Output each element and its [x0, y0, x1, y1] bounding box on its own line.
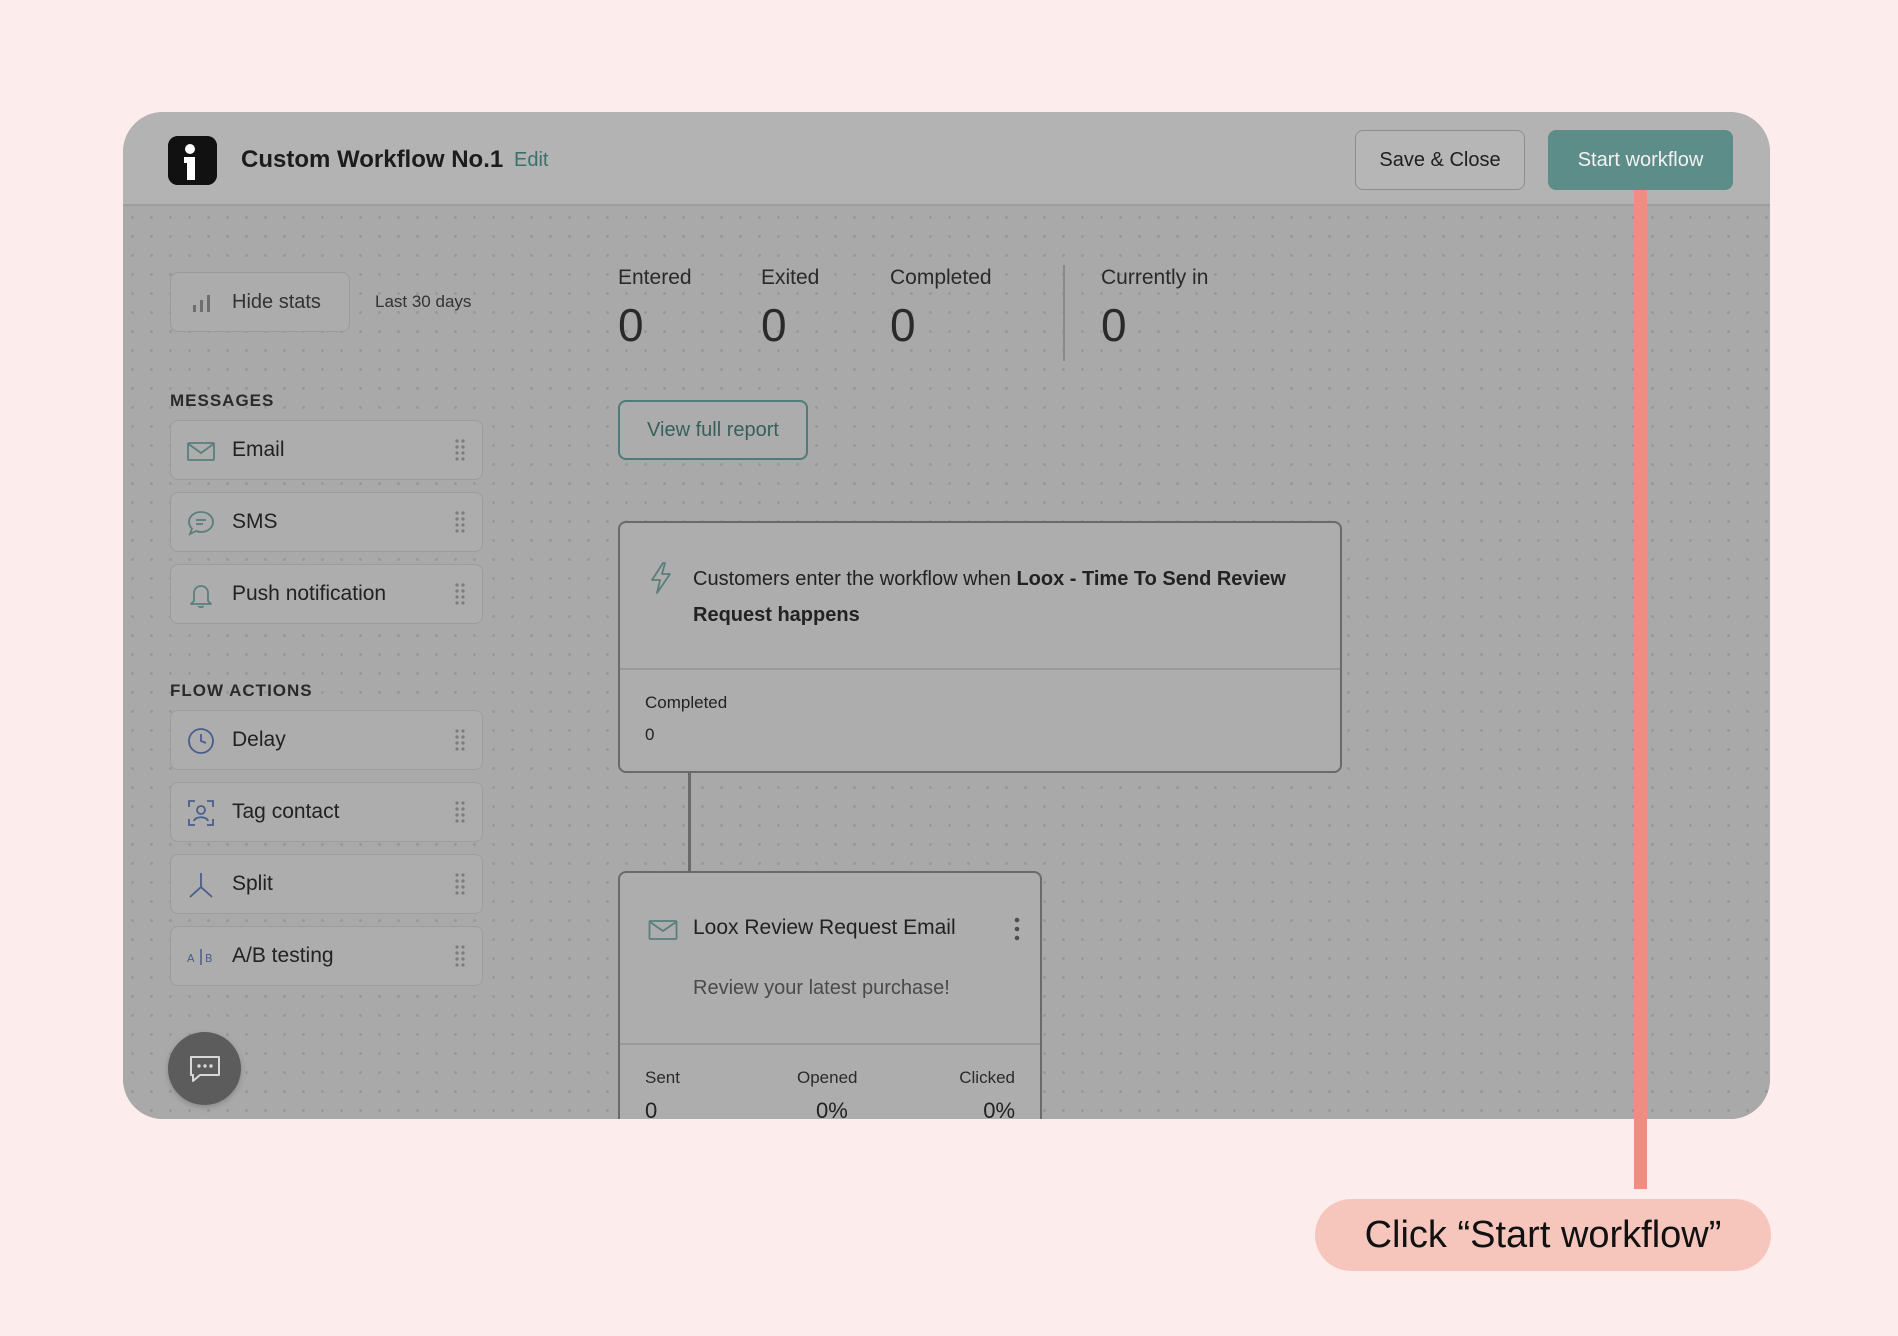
- divider: [620, 1043, 1040, 1045]
- save-close-button[interactable]: Save & Close: [1355, 130, 1525, 190]
- palette-item-label: A/B testing: [232, 944, 334, 967]
- instruction-callout: Click “Start workflow”: [1315, 1199, 1771, 1271]
- stat-value: 0: [618, 299, 644, 351]
- palette-item-label: Push notification: [232, 582, 387, 605]
- trigger-node[interactable]: Customers enter the workflow when Loox -…: [618, 521, 1342, 773]
- stat-value: 0: [1101, 299, 1127, 351]
- envelope-icon: [186, 436, 216, 466]
- opened-value: 0%: [816, 1098, 848, 1119]
- chat-bubble-icon: [186, 508, 216, 538]
- hide-stats-button[interactable]: Hide stats: [170, 272, 350, 332]
- stat-value: 0: [761, 299, 787, 351]
- start-workflow-button[interactable]: Start workflow: [1548, 130, 1733, 190]
- stat-value: 0: [890, 299, 916, 351]
- stat-label: Completed: [890, 266, 992, 289]
- stat-completed: Completed 0: [890, 266, 992, 352]
- tag-contact-icon: [186, 798, 216, 828]
- flow-actions-section-title: FLOW ACTIONS: [170, 681, 313, 700]
- clicked-value: 0%: [983, 1098, 1015, 1119]
- palette-item-sms[interactable]: SMS: [170, 492, 483, 552]
- sent-label: Sent: [645, 1068, 680, 1087]
- stat-currently-in: Currently in 0: [1101, 266, 1208, 352]
- envelope-icon: [648, 918, 678, 947]
- email-node[interactable]: Loox Review Request Email Review your la…: [618, 871, 1042, 1119]
- flow-connector: [688, 773, 691, 874]
- email-subject: Review your latest purchase!: [693, 977, 950, 999]
- chat-icon: [190, 1056, 220, 1082]
- palette-item-push-notification[interactable]: Push notification: [170, 564, 483, 624]
- palette-item-label: Split: [232, 872, 273, 895]
- hide-stats-label: Hide stats: [232, 291, 321, 313]
- workflow-canvas[interactable]: Hide stats Last 30 days MESSAGES Email S…: [123, 208, 1770, 1119]
- palette-item-email[interactable]: Email: [170, 420, 483, 480]
- messages-section-title: MESSAGES: [170, 391, 275, 410]
- svg-text:B: B: [205, 952, 213, 965]
- callout-pointer-line: [1634, 190, 1647, 1189]
- drag-handle-icon[interactable]: [454, 438, 466, 467]
- palette-item-label: Email: [232, 438, 285, 461]
- stat-entered: Entered 0: [618, 266, 692, 352]
- trigger-completed-value: 0: [645, 725, 655, 744]
- edit-title-link[interactable]: Edit: [514, 149, 548, 172]
- palette-item-label: Delay: [232, 728, 286, 751]
- stat-label: Entered: [618, 266, 692, 289]
- split-icon: [186, 870, 216, 900]
- sent-value: 0: [645, 1098, 658, 1119]
- stats-divider: [1063, 265, 1065, 361]
- trigger-completed-label: Completed: [645, 693, 728, 712]
- trigger-description: Customers enter the workflow when Loox -…: [693, 561, 1313, 633]
- brand-logo-icon: [168, 136, 217, 185]
- workflow-title: Custom Workflow No.1: [241, 146, 504, 173]
- drag-handle-icon[interactable]: [454, 872, 466, 901]
- svg-text:A: A: [187, 952, 195, 965]
- view-full-report-button[interactable]: View full report: [618, 400, 808, 460]
- drag-handle-icon[interactable]: [454, 728, 466, 757]
- drag-handle-icon[interactable]: [454, 582, 466, 611]
- bell-icon: [186, 580, 216, 610]
- clock-icon: [186, 726, 216, 756]
- palette-item-label: Tag contact: [232, 800, 340, 823]
- stat-label: Exited: [761, 266, 820, 289]
- palette-item-split[interactable]: Split: [170, 854, 483, 914]
- bar-chart-icon: [191, 293, 213, 318]
- app-window: Custom Workflow No.1 Edit Save & Close S…: [123, 112, 1770, 1119]
- palette-item-tag-contact[interactable]: Tag contact: [170, 782, 483, 842]
- email-node-name: Loox Review Request Email: [693, 916, 956, 939]
- more-options-icon[interactable]: [1013, 916, 1021, 947]
- opened-label: Opened: [797, 1068, 858, 1087]
- palette-item-label: SMS: [232, 510, 278, 533]
- lightning-bolt-icon: [648, 561, 674, 600]
- clicked-label: Clicked: [959, 1068, 1015, 1087]
- chat-support-button[interactable]: [168, 1032, 241, 1105]
- divider: [620, 668, 1340, 670]
- palette-item-ab-testing[interactable]: AB A/B testing: [170, 926, 483, 986]
- drag-handle-icon[interactable]: [454, 510, 466, 539]
- palette-item-delay[interactable]: Delay: [170, 710, 483, 770]
- ab-testing-icon: AB: [186, 942, 216, 972]
- date-range-label: Last 30 days: [375, 292, 472, 311]
- stat-exited: Exited 0: [761, 266, 819, 352]
- drag-handle-icon[interactable]: [454, 800, 466, 829]
- stat-label: Currently in: [1101, 266, 1209, 289]
- drag-handle-icon[interactable]: [454, 944, 466, 973]
- trigger-text-prefix: Customers enter the workflow when: [693, 568, 1017, 590]
- top-bar: Custom Workflow No.1 Edit Save & Close S…: [123, 112, 1770, 206]
